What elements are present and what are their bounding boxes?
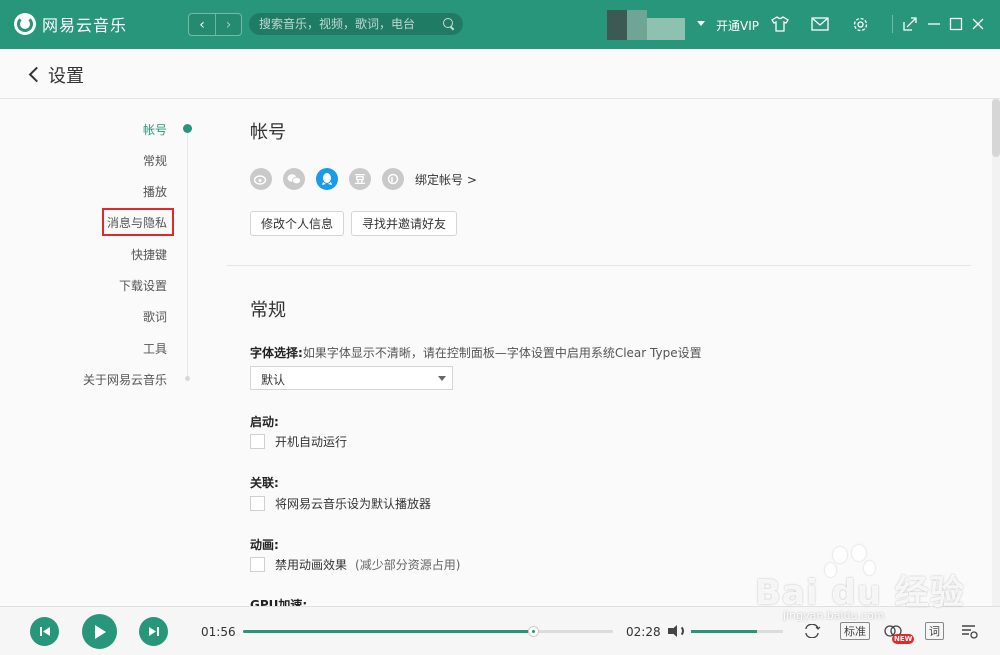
association-option[interactable]: 将网易云音乐设为默认播放器 (250, 495, 431, 512)
playlist-button[interactable] (960, 621, 980, 641)
content-scrollbar[interactable] (992, 99, 1000, 606)
gpu-label: GPU加速: (250, 598, 308, 606)
chevron-left-icon: ‹ (199, 16, 205, 33)
sidebar-item-lyrics[interactable]: 歌词 (143, 308, 167, 325)
history-nav: ‹ › (188, 13, 242, 36)
quality-button[interactable]: 标准 (840, 622, 870, 640)
font-hint: 如果字体显示不清晰，请在控制面板—字体设置中启用系统Clear Type设置 (302, 346, 702, 360)
play-button[interactable] (82, 614, 117, 649)
wechat-icon[interactable] (283, 168, 305, 190)
forward-nav-button[interactable]: › (215, 14, 241, 35)
lyrics-button[interactable]: 词 (925, 622, 944, 640)
mini-mode-icon (903, 17, 917, 31)
settings-header: 设置 (0, 49, 1000, 99)
sidebar-timeline (187, 128, 188, 380)
scrollbar-thumb[interactable] (992, 99, 1000, 157)
player-bar: 01:56 02:28 标准 NEW 词 (0, 606, 1000, 655)
sidebar-item-download[interactable]: 下载设置 (119, 277, 167, 294)
open-vip-link[interactable]: 开通VIP (716, 17, 759, 34)
association-label: 关联: (250, 476, 279, 490)
settings-content: 帐号 豆 绑定帐号 > 修改个人信息 寻找并邀请好友 常规 字体选择:如果字体显… (226, 100, 992, 606)
current-time: 01:56 (201, 625, 236, 639)
next-icon (148, 627, 159, 636)
startup-checkbox[interactable] (250, 434, 265, 449)
next-track-button[interactable] (139, 617, 168, 646)
section-divider (226, 265, 971, 266)
titlebar-separator (892, 15, 893, 33)
douban-icon[interactable]: 豆 (349, 168, 371, 190)
close-icon (972, 18, 984, 30)
netease-music-logo-icon (14, 13, 36, 35)
sidebar-item-account[interactable]: 帐号 (143, 121, 167, 138)
find-friends-button[interactable]: 寻找并邀请好友 (351, 211, 458, 236)
yixin-icon[interactable] (382, 168, 404, 190)
volume-fill (691, 630, 758, 633)
bind-account-link[interactable]: 绑定帐号 > (415, 171, 477, 188)
sidebar-item-general[interactable]: 常规 (143, 152, 167, 169)
end-indicator-dot (185, 376, 190, 381)
minimize-icon (928, 23, 940, 25)
progress-knob[interactable] (528, 626, 540, 637)
active-indicator-dot (183, 124, 192, 133)
maximize-button[interactable] (946, 14, 966, 34)
general-section-title: 常规 (250, 300, 286, 321)
previous-icon (39, 627, 50, 636)
startup-option[interactable]: 开机自动运行 (250, 433, 347, 450)
animation-option[interactable]: 禁用动画效果 (减少部分资源占用) (250, 556, 460, 573)
settings-sidebar: 帐号 常规 播放 消息与隐私 快捷键 下载设置 歌词 工具 关于网易云音乐 (0, 100, 226, 606)
maximize-icon (949, 17, 963, 31)
sidebar-item-tools[interactable]: 工具 (143, 340, 167, 357)
page-title: 设置 (48, 66, 84, 87)
loop-icon (805, 624, 821, 638)
startup-label: 启动: (250, 415, 279, 429)
search-input[interactable] (259, 17, 443, 31)
user-menu-caret-icon[interactable] (697, 21, 705, 26)
default-player-checkbox[interactable] (250, 496, 265, 511)
progress-fill (243, 630, 535, 633)
weibo-icon[interactable] (250, 168, 272, 190)
sidebar-item-shortcuts[interactable]: 快捷键 (131, 246, 167, 263)
search-icon[interactable] (443, 18, 455, 30)
back-nav-button[interactable]: ‹ (189, 14, 215, 35)
back-icon[interactable] (27, 66, 41, 82)
mail-icon (811, 17, 829, 31)
settings-button[interactable] (850, 14, 870, 34)
progress-bar[interactable] (243, 626, 613, 637)
chevron-right-icon: › (225, 16, 232, 33)
account-section-title: 帐号 (250, 122, 286, 143)
skin-button[interactable] (770, 14, 790, 34)
sidebar-item-playback[interactable]: 播放 (143, 183, 167, 200)
messages-button[interactable] (810, 14, 830, 34)
play-icon (94, 624, 106, 639)
animation-label: 动画: (250, 538, 279, 552)
gear-icon (853, 17, 867, 31)
previous-track-button[interactable] (30, 617, 59, 646)
volume-slider[interactable] (691, 630, 783, 633)
new-badge: NEW (892, 634, 915, 644)
close-button[interactable] (968, 14, 988, 34)
total-time: 02:28 (626, 625, 661, 639)
account-actions: 修改个人信息 寻找并邀请好友 (250, 211, 464, 236)
font-select[interactable]: 默认 (250, 366, 453, 390)
font-field-label: 字体选择:如果字体显示不清晰，请在控制面板—字体设置中启用系统Clear Typ… (250, 346, 702, 360)
qq-icon[interactable] (316, 168, 338, 190)
loop-mode-button[interactable] (802, 621, 822, 641)
chevron-down-icon (438, 376, 446, 381)
highlight-box (102, 208, 174, 236)
tshirt-icon (771, 16, 789, 32)
avatar[interactable] (607, 10, 685, 40)
sidebar-item-about[interactable]: 关于网易云音乐 (83, 371, 167, 388)
social-bind-row: 豆 绑定帐号 > (250, 168, 477, 190)
disable-animation-checkbox[interactable] (250, 557, 265, 572)
mini-mode-button[interactable] (900, 14, 920, 34)
search-box (249, 13, 463, 35)
edit-profile-button[interactable]: 修改个人信息 (250, 211, 345, 236)
playlist-icon (962, 625, 978, 639)
title-bar: 网易云音乐 ‹ › 开通VIP (0, 0, 1000, 49)
minimize-button[interactable] (924, 14, 944, 34)
app-title: 网易云音乐 (42, 16, 128, 35)
app-logo[interactable]: 网易云音乐 (14, 12, 127, 36)
